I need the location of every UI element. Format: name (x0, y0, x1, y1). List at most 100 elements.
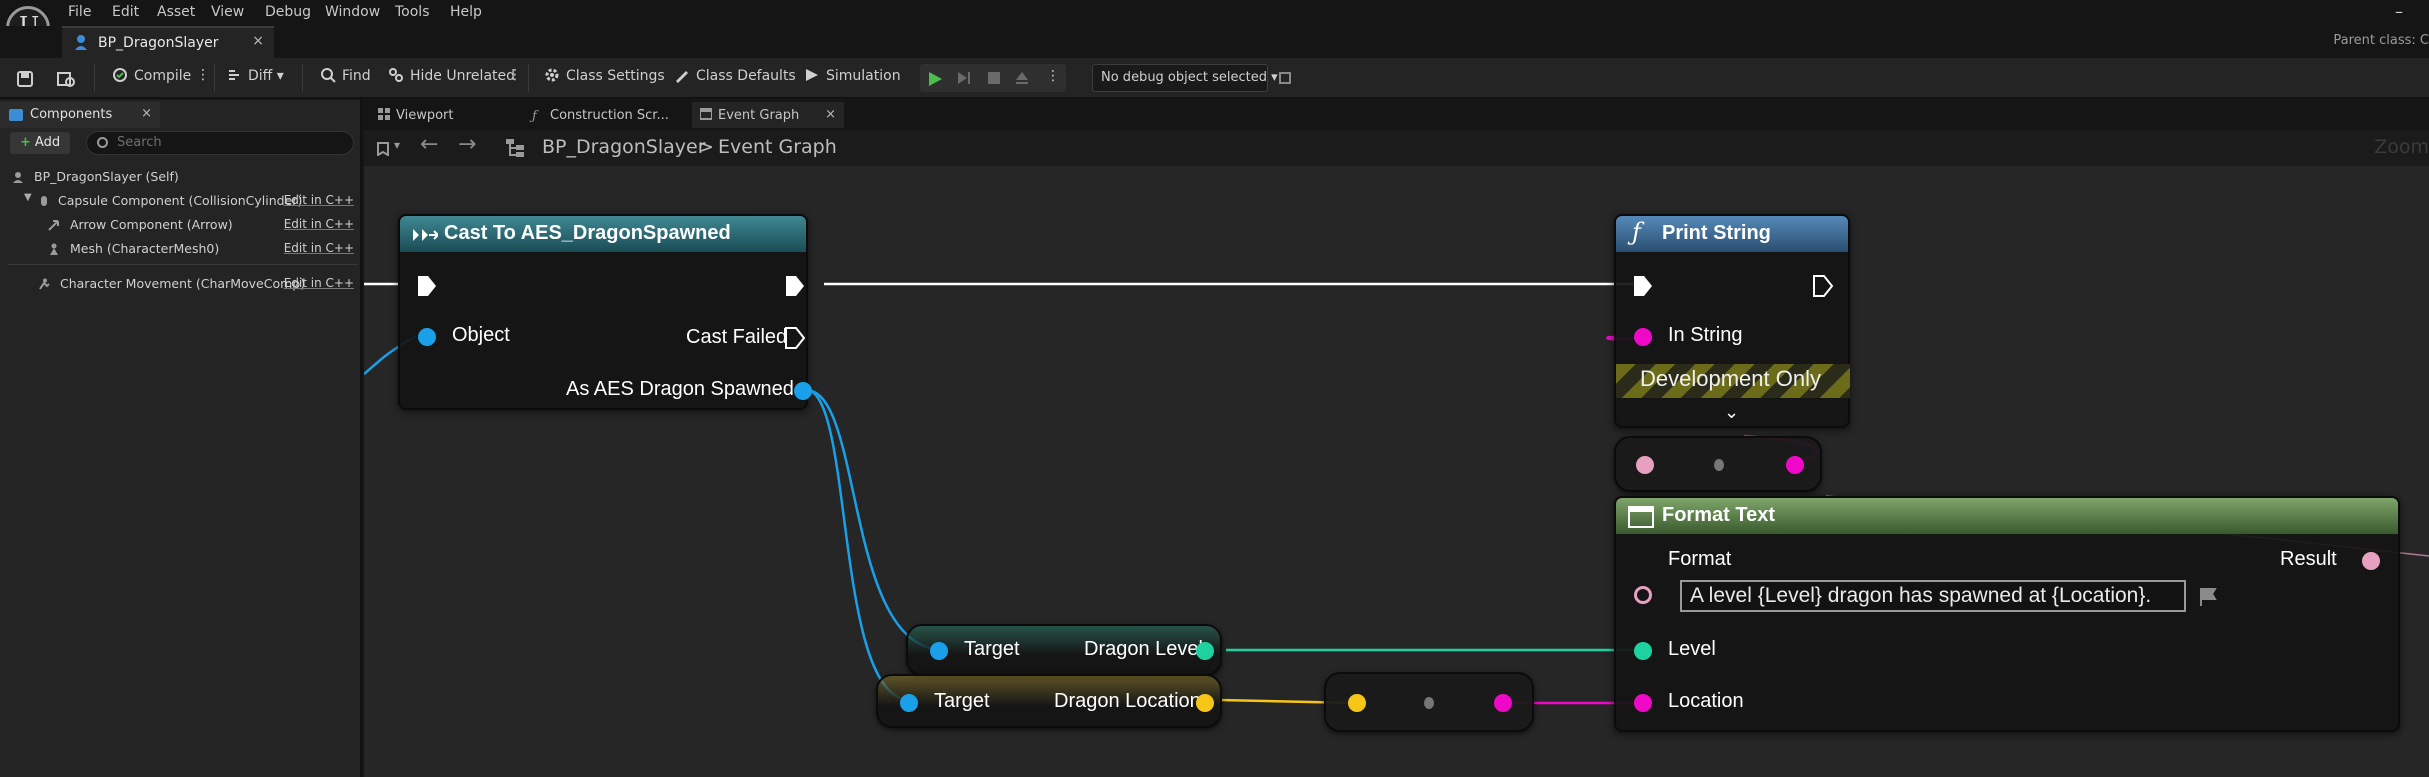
menu-tools[interactable]: Tools (395, 4, 430, 20)
play-options-icon[interactable]: ⋮ (1046, 68, 1060, 84)
result-output-pin[interactable] (2362, 552, 2380, 570)
menu-asset[interactable]: Asset (157, 4, 195, 20)
cast-failed-pin[interactable] (784, 326, 806, 350)
class-settings-button[interactable]: Class Settings (544, 67, 665, 89)
vector-to-string-node[interactable] (1324, 672, 1534, 732)
bookmark-icon[interactable] (376, 142, 390, 156)
conversion-node[interactable] (1614, 436, 1822, 492)
dragon-location-output-pin[interactable] (1196, 694, 1214, 712)
step-icon[interactable] (956, 70, 972, 86)
format-label: Format (1668, 548, 1732, 570)
object-input-pin[interactable] (418, 328, 436, 346)
breadcrumb-root[interactable]: BP_DragonSlayer (542, 136, 706, 158)
level-input-pin[interactable] (1634, 642, 1652, 660)
menu-help[interactable]: Help (450, 4, 482, 20)
hide-unrelated-label: Hide Unrelated (410, 68, 516, 84)
component-row-movement[interactable]: Character Movement (CharMoveComp) Edit i… (0, 273, 358, 295)
format-text-field[interactable]: A level {Level} dragon has spawned at {L… (1680, 580, 2186, 612)
get-dragon-level-node[interactable]: Target Dragon Level (906, 624, 1222, 676)
find-button[interactable]: Find (320, 67, 371, 89)
menu-window[interactable]: Window (325, 4, 380, 20)
play-controls: ⋮ (920, 64, 1066, 92)
target-label: Target (964, 638, 1020, 660)
dragon-level-output-pin[interactable] (1196, 642, 1214, 660)
vector-input-pin[interactable] (1348, 694, 1366, 712)
exec-output-pin[interactable] (1812, 274, 1834, 298)
exec-input-pin[interactable] (1632, 274, 1654, 298)
target-input-pin[interactable] (930, 642, 948, 660)
function-icon: ƒ (532, 109, 537, 124)
cast-exec-icon (413, 229, 438, 241)
string-output-pin[interactable] (1786, 456, 1804, 474)
chevron-down-icon[interactable]: ⌄ (1724, 402, 1739, 423)
debug-filter-icon[interactable] (1278, 70, 1294, 86)
format-text-node[interactable]: Format Text Format A level {Level} drago… (1614, 496, 2400, 732)
tab-event-graph[interactable]: Event Graph × (692, 102, 844, 128)
close-icon[interactable]: × (252, 33, 264, 49)
close-icon[interactable]: × (141, 106, 152, 121)
zoom-label: Zoom (2374, 136, 2429, 158)
cast-node-title: Cast To AES_DragonSpawned (444, 222, 731, 244)
play-icon[interactable] (926, 70, 944, 88)
class-defaults-button[interactable]: Class Defaults (674, 67, 796, 89)
tab-components[interactable]: Components × (0, 102, 160, 128)
compile-button[interactable]: Compile (112, 67, 191, 89)
document-tab[interactable]: BP_DragonSlayer × (62, 26, 274, 58)
edit-in-cpp-link[interactable]: Edit in C++ (284, 241, 354, 255)
edit-in-cpp-link[interactable]: Edit in C++ (284, 193, 354, 207)
menu-view[interactable]: View (211, 4, 244, 20)
in-string-pin[interactable] (1634, 328, 1652, 346)
hide-unrelated-button[interactable]: Hide Unrelated (388, 67, 515, 89)
mesh-icon (50, 243, 58, 255)
edit-in-cpp-link[interactable]: Edit in C++ (284, 276, 354, 290)
location-input-pin[interactable] (1634, 694, 1652, 712)
component-search-input[interactable]: Search (86, 131, 354, 155)
diff-button[interactable]: Diff ▾ (226, 67, 284, 89)
add-component-button[interactable]: + Add (10, 132, 70, 154)
browse-icon[interactable] (56, 70, 76, 88)
as-output-pin[interactable] (794, 382, 812, 400)
eject-icon[interactable] (1014, 70, 1030, 86)
simulation-button[interactable]: Simulation (804, 67, 901, 89)
tab-construction-script[interactable]: ƒ Construction Scr... (524, 102, 694, 128)
bookmark-dropdown-icon[interactable]: ▾ (394, 138, 400, 152)
menu-edit[interactable]: Edit (112, 4, 139, 20)
stop-icon[interactable] (986, 70, 1002, 86)
format-input-pin[interactable] (1634, 586, 1652, 604)
component-row-self[interactable]: BP_DragonSlayer (Self) (0, 166, 358, 188)
save-icon[interactable] (16, 70, 34, 88)
forward-arrow-icon[interactable]: → (458, 132, 476, 157)
cast-node[interactable]: Cast To AES_DragonSpawned Object Cast Fa… (398, 214, 812, 410)
component-row-mesh[interactable]: Mesh (CharacterMesh0) Edit in C++ (0, 238, 358, 260)
close-icon[interactable]: × (825, 107, 836, 122)
exec-input-pin[interactable] (416, 274, 438, 298)
find-icon (321, 68, 336, 83)
back-arrow-icon[interactable]: ← (420, 132, 438, 157)
exec-output-pin[interactable] (784, 274, 806, 298)
debug-object-select[interactable]: No debug object selected ▾ (1092, 64, 1278, 92)
compile-options-icon[interactable]: ⋮ (196, 67, 210, 83)
edit-in-cpp-link[interactable]: Edit in C++ (284, 217, 354, 231)
menu-file[interactable]: File (68, 4, 91, 20)
menu-debug[interactable]: Debug (265, 4, 311, 20)
minimize-button[interactable]: – (2395, 2, 2403, 21)
conversion-dot (1714, 459, 1724, 471)
component-name: BP_DragonSlayer (Self) (34, 169, 179, 184)
collapse-arrow-icon[interactable]: ▼ (24, 192, 32, 203)
text-input-pin[interactable] (1636, 456, 1654, 474)
tab-viewport[interactable]: Viewport (370, 102, 520, 128)
search-placeholder: Search (117, 135, 162, 150)
hierarchy-icon[interactable] (506, 139, 526, 157)
localization-flag-icon[interactable] (2198, 586, 2220, 608)
graph-tab-bar: Viewport ƒ Construction Scr... Event Grap… (364, 100, 2429, 130)
breadcrumb-current: Event Graph (718, 136, 837, 158)
format-text-icon (1628, 506, 1654, 528)
print-string-node[interactable]: ƒ Print String In String Development Onl… (1614, 214, 1850, 428)
graph-canvas[interactable]: Cast To AES_DragonSpawned Object Cast Fa… (364, 166, 2429, 777)
target-input-pin[interactable] (900, 694, 918, 712)
get-dragon-location-node[interactable]: Target Dragon Location (876, 674, 1222, 728)
component-row-arrow[interactable]: Arrow Component (Arrow) Edit in C++ (0, 214, 358, 236)
string-output-pin[interactable] (1494, 694, 1512, 712)
hide-unrelated-options-icon[interactable]: ⋮ (508, 67, 522, 83)
component-row-capsule[interactable]: ▼ Capsule Component (CollisionCylinder) … (0, 190, 358, 212)
